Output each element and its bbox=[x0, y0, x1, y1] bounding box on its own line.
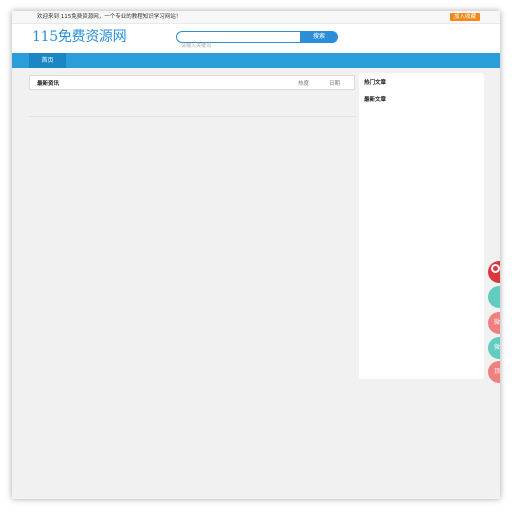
latest-news-title: 最新资讯 bbox=[37, 81, 60, 87]
search-button[interactable]: 搜索 bbox=[300, 31, 338, 43]
main-nav: 首页 bbox=[12, 53, 500, 68]
new-articles-title: 最新文章 bbox=[364, 97, 387, 103]
page-frame: 欢迎来到 115免费资源网，一个专业的教程知识学习网站！ 加入收藏 115免费资… bbox=[12, 11, 500, 499]
nav-item-home[interactable]: 首页 bbox=[29, 53, 66, 68]
welcome-text: 欢迎来到 115免费资源网，一个专业的教程知识学习网站！ bbox=[37, 14, 182, 20]
add-favorite-button[interactable]: 加入收藏 bbox=[450, 13, 480, 21]
column-header-heat[interactable]: 热度 bbox=[298, 79, 309, 87]
back-to-top-button[interactable]: 顶 bbox=[488, 361, 500, 383]
column-header-date[interactable]: 日期 bbox=[329, 79, 340, 87]
weibo-icon bbox=[491, 264, 500, 273]
float-label: 微 bbox=[494, 344, 500, 351]
hot-articles-title: 热门文章 bbox=[364, 80, 387, 86]
search-box bbox=[176, 31, 300, 51]
float-button-2[interactable] bbox=[488, 286, 500, 308]
latest-news-panel: 最新资讯 热度 日期 bbox=[29, 75, 355, 90]
divider bbox=[29, 116, 355, 117]
float-label: 微 bbox=[494, 319, 500, 326]
top-bar: 欢迎来到 115免费资源网，一个专业的教程知识学习网站！ 加入收藏 bbox=[12, 11, 500, 24]
float-weibo-button[interactable] bbox=[488, 261, 500, 283]
float-wechat-button-2[interactable]: 微 bbox=[488, 337, 500, 359]
site-logo[interactable]: 115免费资源网 bbox=[32, 26, 127, 46]
sidebar-panel: 热门文章 最新文章 bbox=[359, 73, 484, 379]
float-label: 顶 bbox=[494, 368, 500, 375]
search-input[interactable] bbox=[181, 41, 291, 51]
float-wechat-button[interactable]: 微 bbox=[488, 312, 500, 334]
